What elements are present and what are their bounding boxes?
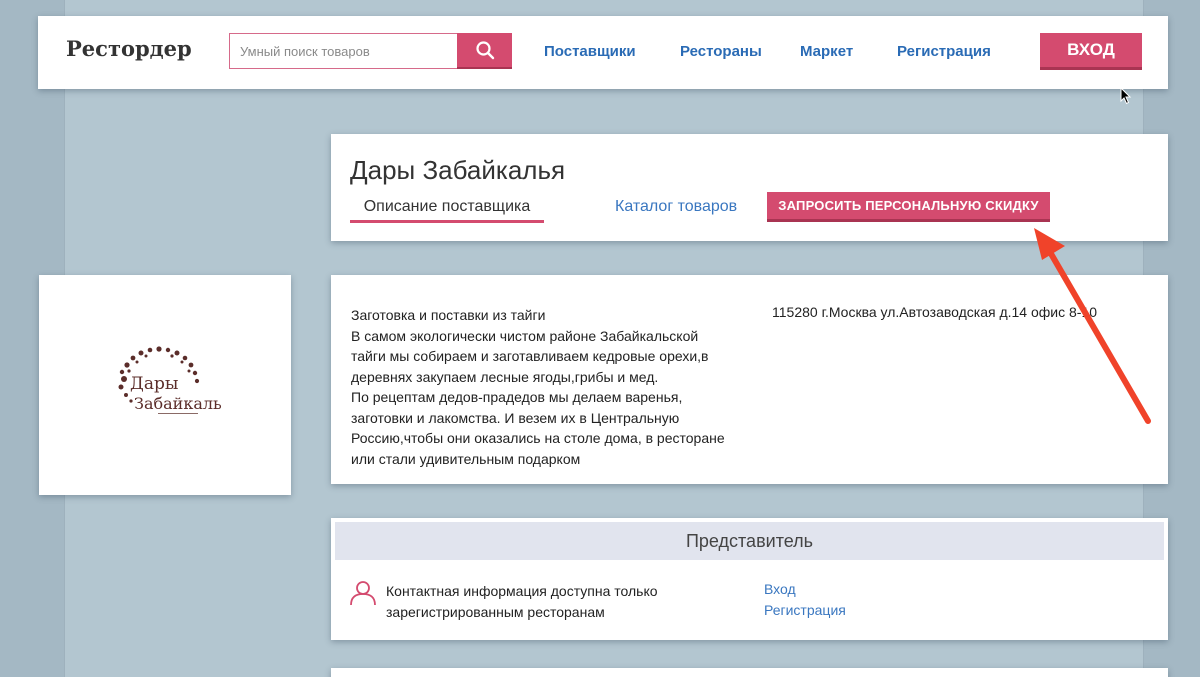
description-line: заготовки и лакомства. И везем их в Цент…	[351, 409, 680, 426]
supplier-header-card: Дары Забайкалья Описание поставщика Ката…	[331, 134, 1168, 241]
site-logo[interactable]: Рестордер	[66, 36, 192, 61]
description-line: деревнях закупаем лесные ягоды,грибы и м…	[351, 368, 659, 385]
representative-title: Представитель	[335, 522, 1164, 560]
tab-catalog[interactable]: Каталог товаров	[615, 198, 737, 216]
description-line: тайги мы собираем и заготавливаем кедров…	[351, 348, 709, 364]
nav-suppliers[interactable]: Поставщики	[544, 43, 636, 60]
description-line: По рецептам дедов-прадедов мы делаем вар…	[351, 389, 683, 405]
nav-market[interactable]: Маркет	[800, 43, 853, 60]
supplier-address: 115280 г.Москва ул.Автозаводская д.14 оф…	[772, 304, 1098, 320]
description-line: или стали удивительным подарком	[351, 450, 581, 467]
site-header: Рестордер Поставщики Рестораны Маркет Ре…	[38, 16, 1168, 89]
search-input[interactable]	[229, 33, 458, 69]
supplier-logo-text-2: Забайкалья	[134, 394, 222, 413]
supplier-description: Заготовка и поставки из тайги В самом эк…	[351, 305, 741, 469]
representative-info: Контактная информация доступна только за…	[386, 581, 686, 622]
nav-registration[interactable]: Регистрация	[897, 43, 991, 60]
search-button[interactable]	[457, 33, 512, 69]
tab-description[interactable]: Описание поставщика	[350, 197, 544, 223]
supplier-logo-card: Дары Забайкалья	[39, 275, 291, 495]
request-discount-button[interactable]: ЗАПРОСИТЬ ПЕРСОНАЛЬНУЮ СКИДКУ	[767, 192, 1050, 222]
login-button[interactable]: ВХОД	[1040, 33, 1142, 70]
representative-card: Представитель Контактная информация дост…	[331, 518, 1168, 640]
cursor-icon	[1120, 87, 1132, 105]
representative-info-line: зарегистрированным ресторанам	[386, 603, 605, 620]
supplier-description-card: Заготовка и поставки из тайги В самом эк…	[331, 275, 1168, 484]
representative-info-line: Контактная информация доступна только	[386, 583, 658, 599]
representative-login-link[interactable]: Вход	[764, 581, 796, 597]
page-title: Дары Забайкалья	[350, 155, 566, 185]
supplier-logo-text-1: Дары	[130, 374, 178, 394]
representative-register-link[interactable]: Регистрация	[764, 602, 846, 618]
next-section-card	[331, 668, 1168, 677]
search-icon	[475, 41, 494, 60]
user-icon	[350, 581, 376, 606]
supplier-logo: Дары Забайкалья	[118, 346, 222, 414]
description-line: Россию,чтобы они оказались на столе дома…	[351, 430, 725, 446]
description-line: В самом экологически чистом районе Забай…	[351, 327, 699, 344]
nav-restaurants[interactable]: Рестораны	[680, 43, 762, 60]
description-line: Заготовка и поставки из тайги	[351, 307, 546, 323]
